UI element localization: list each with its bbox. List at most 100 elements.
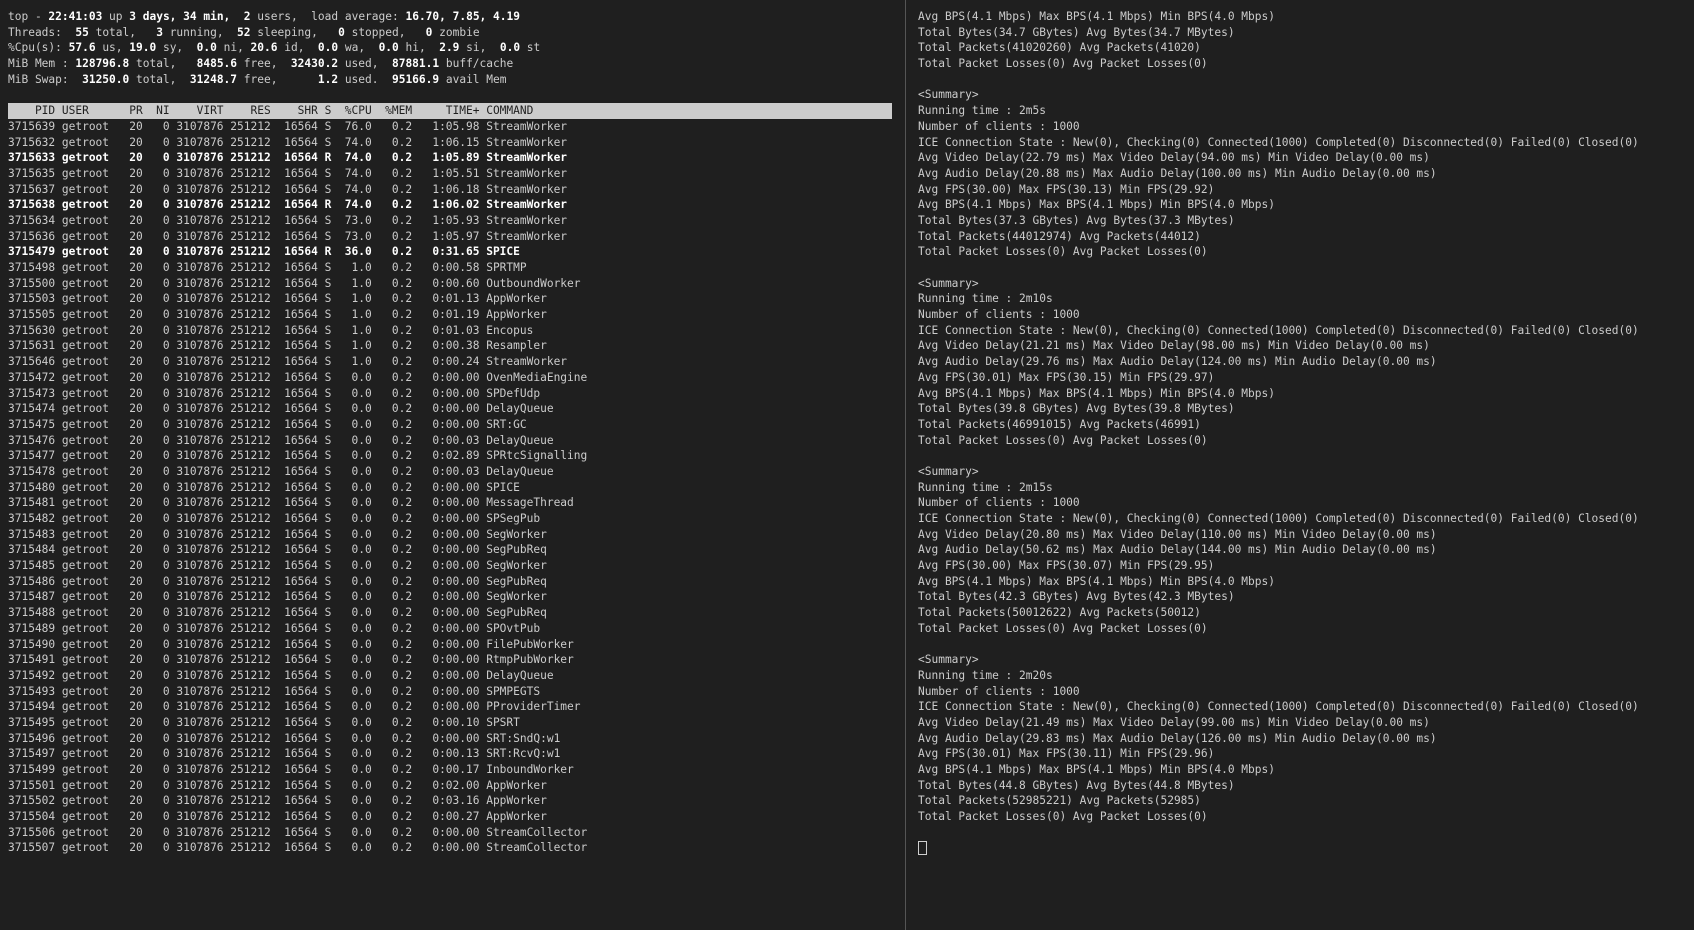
process-row: 3715507 getroot 20 0 3107876 251212 1656… bbox=[8, 840, 892, 856]
top-output-pane[interactable]: top - 22:41:03 up 3 days, 34 min, 2 user… bbox=[8, 9, 892, 856]
process-row: 3715485 getroot 20 0 3107876 251212 1656… bbox=[8, 558, 892, 574]
log-line: Total Packets(44012974) Avg Packets(4401… bbox=[918, 229, 1690, 245]
process-row: 3715483 getroot 20 0 3107876 251212 1656… bbox=[8, 527, 892, 543]
summary-label: users, load average: bbox=[251, 10, 406, 23]
process-row: 3715504 getroot 20 0 3107876 251212 1656… bbox=[8, 809, 892, 825]
summary-label bbox=[230, 10, 243, 23]
top-summary-line: MiB Mem : 128796.8 total, 8485.6 free, 3… bbox=[8, 56, 892, 72]
log-line: ICE Connection State : New(0), Checking(… bbox=[918, 699, 1690, 715]
process-table-header: PID USER PR NI VIRT RES SHR S %CPU %MEM … bbox=[8, 103, 892, 119]
summary-value: 128796.8 bbox=[75, 57, 129, 70]
process-row: 3715482 getroot 20 0 3107876 251212 1656… bbox=[8, 511, 892, 527]
process-row: 3715635 getroot 20 0 3107876 251212 1656… bbox=[8, 166, 892, 182]
process-row: 3715484 getroot 20 0 3107876 251212 1656… bbox=[8, 542, 892, 558]
load-test-log-pane[interactable]: Avg BPS(4.1 Mbps) Max BPS(4.1 Mbps) Min … bbox=[918, 9, 1690, 856]
process-row: 3715488 getroot 20 0 3107876 251212 1656… bbox=[8, 605, 892, 621]
process-row: 3715478 getroot 20 0 3107876 251212 1656… bbox=[8, 464, 892, 480]
process-row: 3715506 getroot 20 0 3107876 251212 1656… bbox=[8, 825, 892, 841]
cursor-line bbox=[918, 840, 1690, 856]
process-row: 3715487 getroot 20 0 3107876 251212 1656… bbox=[8, 589, 892, 605]
process-row: 3715636 getroot 20 0 3107876 251212 1656… bbox=[8, 229, 892, 245]
log-line: <Summary> bbox=[918, 652, 1690, 668]
summary-label: stopped, bbox=[345, 26, 426, 39]
log-line: Total Packets(46991015) Avg Packets(4699… bbox=[918, 417, 1690, 433]
log-line: Running time : 2m5s bbox=[918, 103, 1690, 119]
log-line: Avg BPS(4.1 Mbps) Max BPS(4.1 Mbps) Min … bbox=[918, 762, 1690, 778]
summary-value: 3 days, 34 min, bbox=[129, 10, 230, 23]
summary-value: 2 bbox=[244, 10, 251, 23]
summary-value: 0.0 bbox=[197, 41, 217, 54]
log-line: Total Packets(41020260) Avg Packets(4102… bbox=[918, 40, 1690, 56]
summary-label: MiB Mem : bbox=[8, 57, 75, 70]
process-row: 3715496 getroot 20 0 3107876 251212 1656… bbox=[8, 731, 892, 747]
log-line: Total Bytes(42.3 GBytes) Avg Bytes(42.3 … bbox=[918, 589, 1690, 605]
process-row: 3715500 getroot 20 0 3107876 251212 1656… bbox=[8, 276, 892, 292]
log-line: Total Packet Losses(0) Avg Packet Losses… bbox=[918, 433, 1690, 449]
process-row: 3715637 getroot 20 0 3107876 251212 1656… bbox=[8, 182, 892, 198]
log-line: Total Packet Losses(0) Avg Packet Losses… bbox=[918, 621, 1690, 637]
summary-label: wa, bbox=[338, 41, 378, 54]
summary-value: 0 bbox=[338, 26, 345, 39]
summary-value: 20.6 bbox=[251, 41, 278, 54]
log-line: <Summary> bbox=[918, 87, 1690, 103]
log-line bbox=[918, 825, 1690, 841]
summary-label: Threads: bbox=[8, 26, 75, 39]
process-row: 3715480 getroot 20 0 3107876 251212 1656… bbox=[8, 480, 892, 496]
summary-value: 55 bbox=[75, 26, 88, 39]
process-row: 3715486 getroot 20 0 3107876 251212 1656… bbox=[8, 574, 892, 590]
summary-value: 1.2 bbox=[318, 73, 338, 86]
log-line: Total Packet Losses(0) Avg Packet Losses… bbox=[918, 244, 1690, 260]
log-line: Total Packets(52985221) Avg Packets(5298… bbox=[918, 793, 1690, 809]
process-row: 3715639 getroot 20 0 3107876 251212 1656… bbox=[8, 119, 892, 135]
process-row: 3715493 getroot 20 0 3107876 251212 1656… bbox=[8, 684, 892, 700]
process-row: 3715472 getroot 20 0 3107876 251212 1656… bbox=[8, 370, 892, 386]
summary-label: total, bbox=[129, 57, 196, 70]
process-row: 3715499 getroot 20 0 3107876 251212 1656… bbox=[8, 762, 892, 778]
summary-label: st bbox=[520, 41, 540, 54]
log-line: ICE Connection State : New(0), Checking(… bbox=[918, 511, 1690, 527]
log-line: Avg Video Delay(20.80 ms) Max Video Dela… bbox=[918, 527, 1690, 543]
log-line: Total Bytes(39.8 GBytes) Avg Bytes(39.8 … bbox=[918, 401, 1690, 417]
summary-value: 16.70, 7.85, 4.19 bbox=[405, 10, 520, 23]
log-line: Avg BPS(4.1 Mbps) Max BPS(4.1 Mbps) Min … bbox=[918, 197, 1690, 213]
summary-label: top - bbox=[8, 10, 48, 23]
process-row: 3715501 getroot 20 0 3107876 251212 1656… bbox=[8, 778, 892, 794]
top-summary-line: top - 22:41:03 up 3 days, 34 min, 2 user… bbox=[8, 9, 892, 25]
process-row: 3715631 getroot 20 0 3107876 251212 1656… bbox=[8, 338, 892, 354]
summary-label: hi, bbox=[399, 41, 439, 54]
process-row: 3715646 getroot 20 0 3107876 251212 1656… bbox=[8, 354, 892, 370]
log-line: Avg BPS(4.1 Mbps) Max BPS(4.1 Mbps) Min … bbox=[918, 386, 1690, 402]
log-line: Number of clients : 1000 bbox=[918, 119, 1690, 135]
log-line: <Summary> bbox=[918, 276, 1690, 292]
summary-label: total, bbox=[89, 26, 156, 39]
process-row: 3715497 getroot 20 0 3107876 251212 1656… bbox=[8, 746, 892, 762]
process-row: 3715491 getroot 20 0 3107876 251212 1656… bbox=[8, 652, 892, 668]
process-row: 3715490 getroot 20 0 3107876 251212 1656… bbox=[8, 637, 892, 653]
process-row: 3715630 getroot 20 0 3107876 251212 1656… bbox=[8, 323, 892, 339]
log-line: Avg FPS(30.01) Max FPS(30.15) Min FPS(29… bbox=[918, 370, 1690, 386]
summary-value: 57.6 bbox=[69, 41, 96, 54]
summary-label: used. bbox=[338, 73, 392, 86]
summary-label: up bbox=[102, 10, 129, 23]
process-row: 3715498 getroot 20 0 3107876 251212 1656… bbox=[8, 260, 892, 276]
log-line: Total Bytes(44.8 GBytes) Avg Bytes(44.8 … bbox=[918, 778, 1690, 794]
summary-label: buff/cache bbox=[439, 57, 513, 70]
process-row: 3715476 getroot 20 0 3107876 251212 1656… bbox=[8, 433, 892, 449]
log-line: Avg FPS(30.00) Max FPS(30.13) Min FPS(29… bbox=[918, 182, 1690, 198]
summary-value: 2.9 bbox=[439, 41, 459, 54]
summary-label: us, bbox=[96, 41, 130, 54]
summary-label: sleeping, bbox=[251, 26, 339, 39]
log-line: <Summary> bbox=[918, 464, 1690, 480]
process-row: 3715473 getroot 20 0 3107876 251212 1656… bbox=[8, 386, 892, 402]
process-table: 3715639 getroot 20 0 3107876 251212 1656… bbox=[8, 119, 892, 856]
process-row: 3715474 getroot 20 0 3107876 251212 1656… bbox=[8, 401, 892, 417]
log-line: Running time : 2m10s bbox=[918, 291, 1690, 307]
log-line bbox=[918, 448, 1690, 464]
process-row: 3715492 getroot 20 0 3107876 251212 1656… bbox=[8, 668, 892, 684]
pane-divider[interactable] bbox=[905, 0, 906, 930]
log-line bbox=[918, 72, 1690, 88]
process-row: 3715489 getroot 20 0 3107876 251212 1656… bbox=[8, 621, 892, 637]
log-lines: Avg BPS(4.1 Mbps) Max BPS(4.1 Mbps) Min … bbox=[918, 9, 1690, 840]
summary-value: 52 bbox=[237, 26, 250, 39]
process-row: 3715633 getroot 20 0 3107876 251212 1656… bbox=[8, 150, 892, 166]
